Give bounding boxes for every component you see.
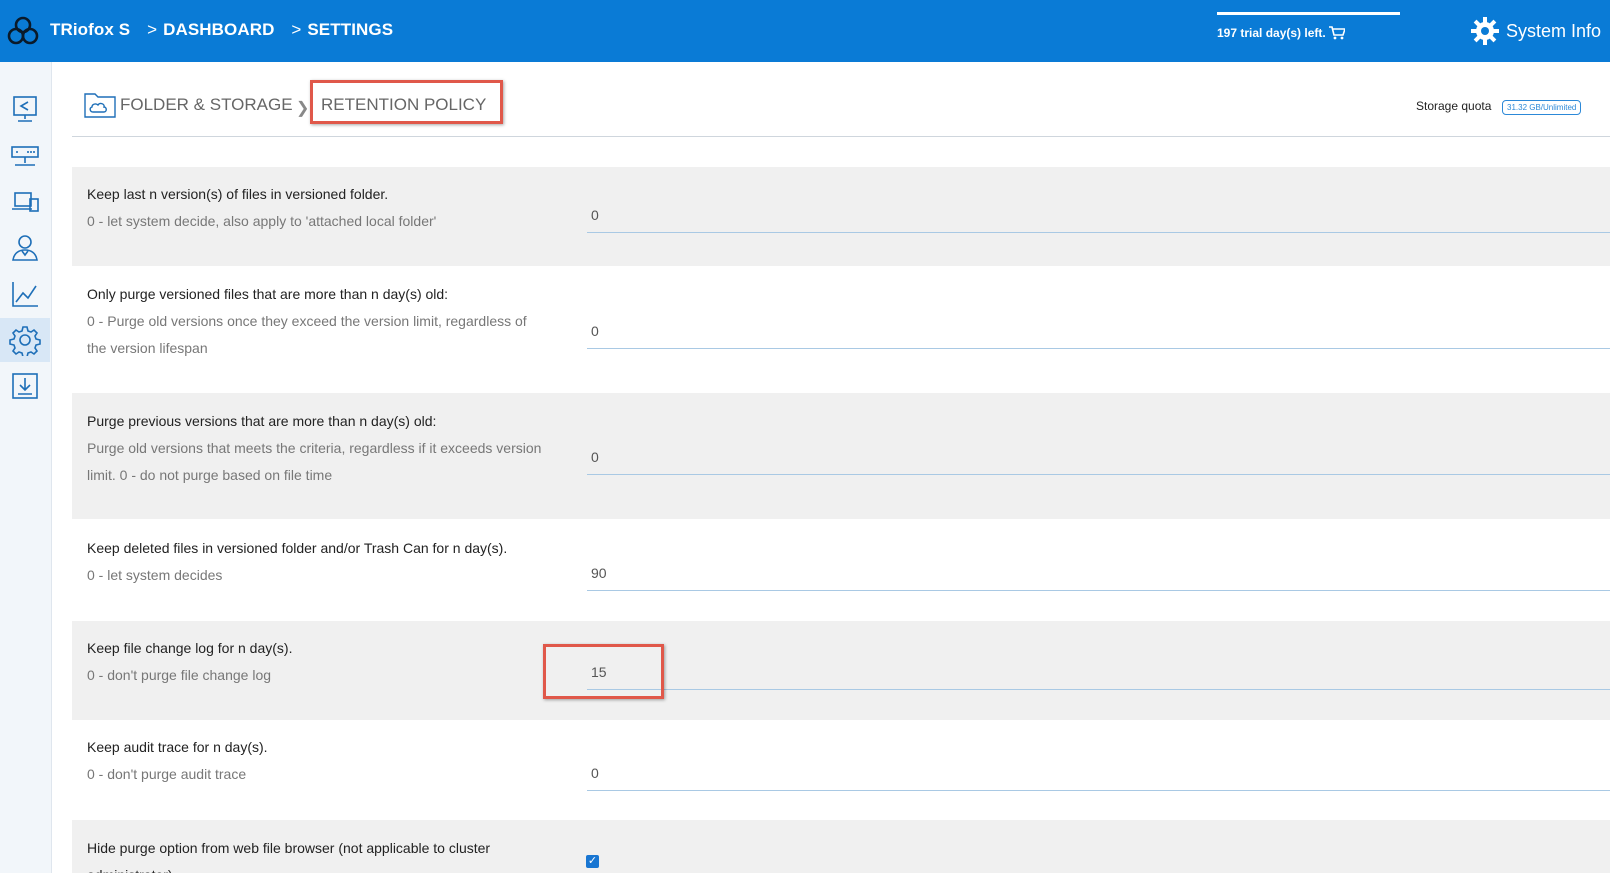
setting-input[interactable]: 0	[587, 765, 1610, 805]
setting-title: Keep file change log for n day(s).	[87, 640, 293, 656]
setting-input[interactable]: 90	[587, 565, 1610, 605]
setting-value: 90	[591, 565, 607, 581]
setting-value: 0	[591, 323, 599, 339]
setting-row: Keep deleted files in versioned folder a…	[72, 519, 1610, 621]
trial-days-text[interactable]: 197 trial day(s) left.	[1217, 26, 1326, 40]
chart-icon	[12, 282, 38, 307]
crumb-separator: >	[147, 20, 158, 39]
input-underline	[587, 348, 1610, 349]
users-icon	[12, 235, 38, 261]
triofox-logo-icon[interactable]	[6, 14, 40, 48]
header-divider	[72, 136, 1610, 137]
sidebar-item-downloads[interactable]	[0, 364, 50, 408]
sidebar-item-settings[interactable]	[0, 318, 50, 362]
setting-label: Hide purge option from web file browser …	[87, 835, 547, 873]
breadcrumb-retention-policy[interactable]: RETENTION POLICY	[321, 95, 486, 115]
server-icon	[11, 146, 39, 166]
input-underline	[587, 232, 1610, 233]
input-underline	[587, 689, 1610, 690]
setting-title: Keep deleted files in versioned folder a…	[87, 540, 508, 556]
download-icon	[12, 373, 38, 399]
setting-label: Keep audit trace for n day(s). 0 - don't…	[87, 734, 547, 788]
sidebar-item-shares[interactable]	[0, 87, 50, 131]
input-underline	[587, 590, 1610, 591]
trial-progress-bar	[1217, 12, 1400, 15]
sidebar-item-servers[interactable]	[0, 133, 50, 177]
setting-label: Only purge versioned files that are more…	[87, 281, 547, 362]
setting-hint: 0 - Purge old versions once they exceed …	[87, 313, 527, 356]
setting-hint: 0 - let system decide, also apply to 'at…	[87, 213, 437, 229]
setting-row: Keep last n version(s) of files in versi…	[72, 167, 1610, 266]
breadcrumb-chevron-icon: ❯	[296, 100, 310, 117]
setting-input[interactable]: 15	[587, 664, 1610, 704]
gear-icon	[1471, 17, 1499, 45]
setting-title: Hide purge option from web file browser …	[87, 840, 491, 873]
setting-label: Keep file change log for n day(s). 0 - d…	[87, 635, 547, 689]
input-underline	[587, 474, 1610, 475]
highlight-box-change-log	[543, 644, 664, 699]
storage-quota-label: Storage quota	[1416, 99, 1492, 113]
crumb-separator: >	[291, 20, 302, 39]
setting-title: Keep audit trace for n day(s).	[87, 739, 268, 755]
setting-label: Keep last n version(s) of files in versi…	[87, 181, 547, 235]
setting-label: Purge previous versions that are more th…	[87, 408, 547, 489]
setting-value: 0	[591, 765, 599, 781]
system-info-button[interactable]: System Info	[1470, 16, 1601, 46]
sidebar-item-users[interactable]	[0, 226, 50, 270]
setting-value: 0	[591, 449, 599, 465]
setting-row: Keep audit trace for n day(s). 0 - don't…	[72, 720, 1610, 820]
input-underline	[587, 790, 1610, 791]
setting-hint: 0 - don't purge file change log	[87, 667, 272, 683]
sidebar	[0, 62, 52, 873]
setting-input[interactable]: 0	[587, 449, 1610, 489]
sidebar-item-reports[interactable]	[0, 272, 50, 316]
devices-icon	[12, 192, 39, 212]
setting-title: Keep last n version(s) of files in versi…	[87, 186, 389, 202]
setting-input[interactable]: 0	[587, 323, 1610, 363]
crumb-dashboard[interactable]: DASHBOARD	[163, 20, 274, 39]
setting-title: Purge previous versions that are more th…	[87, 413, 437, 429]
setting-row: Keep file change log for n day(s). 0 - d…	[72, 621, 1610, 720]
setting-title: Only purge versioned files that are more…	[87, 286, 449, 302]
app-name[interactable]: TRiofox S	[50, 20, 130, 39]
hide-purge-checkbox[interactable]: ✓	[586, 855, 599, 868]
setting-value: 0	[591, 207, 599, 223]
share-screen-icon	[13, 96, 37, 122]
setting-hint: 0 - don't purge audit trace	[87, 766, 247, 782]
top-breadcrumb: TRiofox S > DASHBOARD > SETTINGS	[50, 20, 395, 40]
crumb-settings[interactable]: SETTINGS	[307, 20, 393, 39]
setting-row: Hide purge option from web file browser …	[72, 820, 1610, 873]
setting-input[interactable]: 0	[587, 207, 1610, 247]
setting-hint: Purge old versions that meets the criter…	[87, 440, 542, 483]
storage-quota-badge[interactable]: 31.32 GB/Unlimited	[1502, 100, 1582, 115]
cart-icon[interactable]	[1329, 26, 1345, 40]
cloud-folder-icon	[84, 93, 116, 118]
setting-row: Purge previous versions that are more th…	[72, 393, 1610, 519]
sidebar-item-devices[interactable]	[0, 180, 50, 224]
settings-icon	[9, 326, 41, 356]
system-info-label: System Info	[1506, 20, 1602, 41]
setting-row: Only purge versioned files that are more…	[72, 266, 1610, 393]
top-bar: TRiofox S > DASHBOARD > SETTINGS 197 trial…	[0, 0, 1610, 62]
breadcrumb-folder-storage[interactable]: FOLDER & STORAGE	[120, 95, 293, 115]
